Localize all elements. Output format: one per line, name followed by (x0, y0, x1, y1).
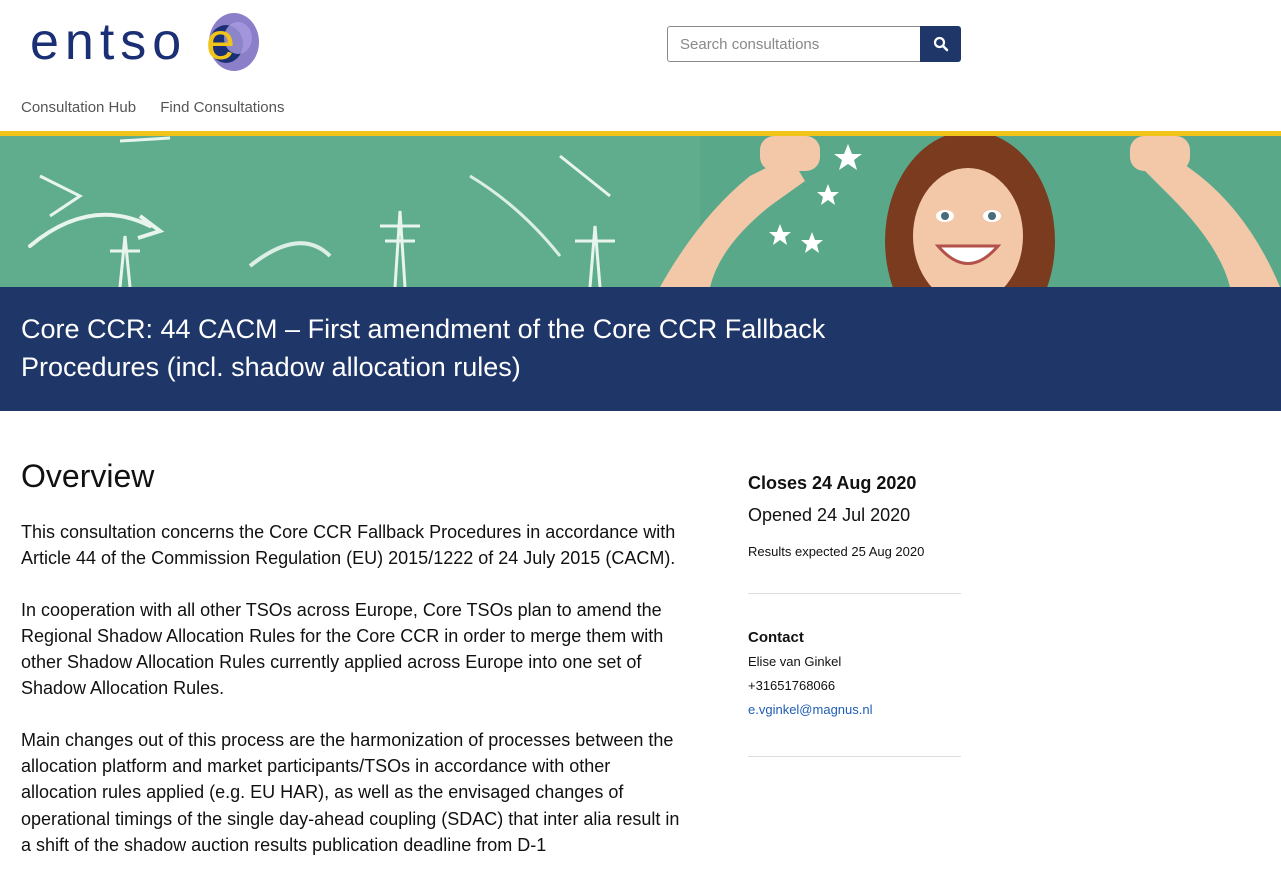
entsoe-logo[interactable]: entso e (30, 8, 260, 74)
logo-wordmark: entso (30, 13, 188, 71)
logo-e-letter: e (206, 13, 235, 71)
consultation-sidebar: Closes 24 Aug 2020 Opened 24 Jul 2020 Re… (748, 470, 961, 757)
page-title-band: Core CCR: 44 CACM – First amendment of t… (0, 287, 1281, 411)
search-icon (933, 36, 948, 52)
opened-date: Opened 24 Jul 2020 (748, 505, 911, 525)
sidebar-divider (748, 593, 961, 594)
chalkboard-illustration (0, 136, 1281, 287)
nav-find-consultations[interactable]: Find Consultations (160, 99, 284, 116)
page-title-line-2: Procedures (incl. shadow allocation rule… (21, 352, 521, 382)
search-button[interactable] (920, 26, 961, 62)
overview-paragraph: This consultation concerns the Core CCR … (21, 522, 676, 569)
contact-phone: +31651768066 (748, 678, 836, 693)
overview-heading: Overview (21, 458, 155, 494)
contact-name: Elise van Ginkel (748, 654, 842, 669)
search-input[interactable] (667, 26, 921, 62)
site-header: entso e Consultation Hub Find Consultati… (0, 0, 1281, 132)
contact-email-link[interactable]: e.vginkel@magnus.nl (748, 702, 872, 717)
search-bar (667, 26, 961, 62)
overview-body: This consultation concerns the Core CCR … (21, 519, 681, 883)
overview-paragraph: Main changes out of this process are the… (21, 729, 680, 855)
hero-banner-image (0, 136, 1281, 287)
closes-date: Closes 24 Aug 2020 (748, 473, 917, 493)
overview-paragraph: In cooperation with all other TSOs acros… (21, 599, 664, 699)
main-nav: Consultation Hub Find Consultations (21, 99, 304, 116)
nav-consultation-hub[interactable]: Consultation Hub (21, 99, 136, 116)
sidebar-divider (748, 756, 961, 757)
page-title: Core CCR: 44 CACM – First amendment of t… (21, 310, 921, 386)
page-title-line-1: Core CCR: 44 CACM – First amendment of t… (21, 314, 826, 344)
contact-heading: Contact (748, 629, 804, 646)
results-expected: Results expected 25 Aug 2020 (748, 544, 925, 559)
